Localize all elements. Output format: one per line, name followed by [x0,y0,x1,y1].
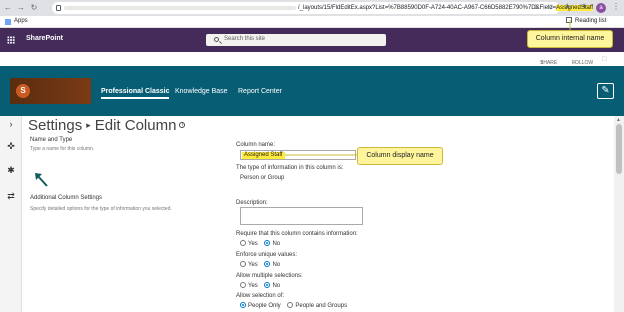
require-yes-radio[interactable] [240,240,246,246]
description-textarea[interactable] [240,207,363,225]
swap-icon[interactable]: ⇄ [5,190,17,202]
require-no-radio[interactable] [264,240,271,246]
name-type-title: Name and Type [30,137,73,143]
search-icon [214,37,219,42]
people-only-option[interactable]: People Only [240,302,281,309]
require-no-option[interactable]: No [264,240,280,247]
multiple-no-option[interactable]: No [264,282,280,289]
column-name-value: Assigned Staff [242,152,285,159]
callout-display-name: Column display name [357,147,443,165]
url-redacted [64,6,296,10]
enforce-yes-option[interactable]: Yes [240,261,258,268]
people-groups-radio[interactable] [287,302,294,308]
callout-internal-pointer [569,20,571,30]
site-logo-letter: S [16,84,30,98]
breadcrumb-separator-icon: ▸ [86,120,91,130]
enforce-radio-group: Yes No [240,261,285,268]
scrollbar[interactable]: ▲ [614,116,624,312]
breadcrumb-settings[interactable]: Settings [28,117,82,134]
back-icon[interactable]: ← [3,3,13,13]
people-groups-option[interactable]: People and Groups [287,302,347,309]
app-launcher-icon[interactable] [7,36,15,44]
reload-icon[interactable]: ↻ [29,3,39,13]
focus-icon[interactable]: ⬚ [602,56,607,62]
nav-professional-classic[interactable]: Professional Classic [101,88,170,99]
enforce-no-radio[interactable] [264,261,271,267]
enforce-no-option[interactable]: No [264,261,280,268]
apps-bookmark[interactable]: Apps [14,18,28,24]
callout-display-pointer [285,154,357,156]
address-bar-icons: ⇪ ☆ [532,4,556,11]
address-bar[interactable]: /_layouts/15/FldEditEx.aspx?List=%7B8859… [52,2,594,14]
search-placeholder: Search this site [224,36,266,42]
site-header: S Professional Classic Knowledge Base Re… [0,66,624,116]
require-radio-group: Yes No [240,240,285,247]
selection-label: Allow selection of: [236,293,285,299]
column-name-label: Column name: [236,142,276,148]
multiple-yes-radio[interactable] [240,282,246,288]
edit-icon[interactable]: ✎ [597,83,614,99]
nav-knowledge-base[interactable]: Knowledge Base [175,88,228,95]
apps-icon[interactable] [5,19,11,25]
forward-icon[interactable]: → [16,3,26,13]
additional-settings-desc: Specify detailed options for the type of… [30,206,172,212]
description-label: Description: [236,200,268,206]
expand-chevron-icon[interactable]: › [5,118,17,130]
require-yes-option[interactable]: Yes [240,240,258,247]
enforce-yes-radio[interactable] [240,261,246,267]
type-value: Person or Group [240,175,285,181]
info-icon[interactable]: i [179,122,186,128]
site-logo[interactable]: S [10,78,91,104]
multiple-yes-option[interactable]: Yes [240,282,258,289]
nav-report-center[interactable]: Report Center [238,88,282,95]
left-rail: › ✜ ✱ ⇄ [0,116,22,312]
selection-radio-group: People Only People and Groups [240,302,352,309]
lock-icon [56,5,61,11]
type-label: The type of information in this column i… [236,165,344,171]
search-input[interactable]: Search this site [206,34,386,46]
scroll-thumb[interactable] [616,124,622,174]
bookmarks-bar: Apps Reading list [0,16,624,28]
teal-arrow-icon [35,173,48,187]
callout-internal-name: Column internal name [527,30,613,48]
browser-menu-icon[interactable]: ⋮ [612,2,620,11]
additional-settings-title: Additional Column Settings [30,195,103,201]
sharepoint-title[interactable]: SharePoint [26,35,63,42]
scroll-up-icon[interactable]: ▲ [616,117,621,123]
name-type-desc: Type a name for this column. [30,146,95,152]
require-label: Require that this column contains inform… [236,231,358,237]
enforce-label: Enforce unique values: [236,252,298,258]
extension-icons[interactable]: ★ ✦ [564,2,592,11]
page-title: Edit Column [94,117,177,134]
multiple-radio-group: Yes No [240,282,285,289]
tag-icon[interactable]: ✜ [5,140,17,152]
multiple-no-radio[interactable] [264,282,271,288]
breadcrumb: Settings ▸ Edit Column i [28,117,186,134]
bug-icon[interactable]: ✱ [5,164,17,176]
profile-avatar[interactable]: a [596,3,606,13]
people-only-radio[interactable] [240,302,246,308]
browser-toolbar: ← → ↻ /_layouts/15/FldEditEx.aspx?List=%… [0,0,624,16]
multiple-label: Allow multiple selections: [236,273,303,279]
share-row: ⇪ SHARE ☆ FOLLOW ⬚ [0,52,624,66]
